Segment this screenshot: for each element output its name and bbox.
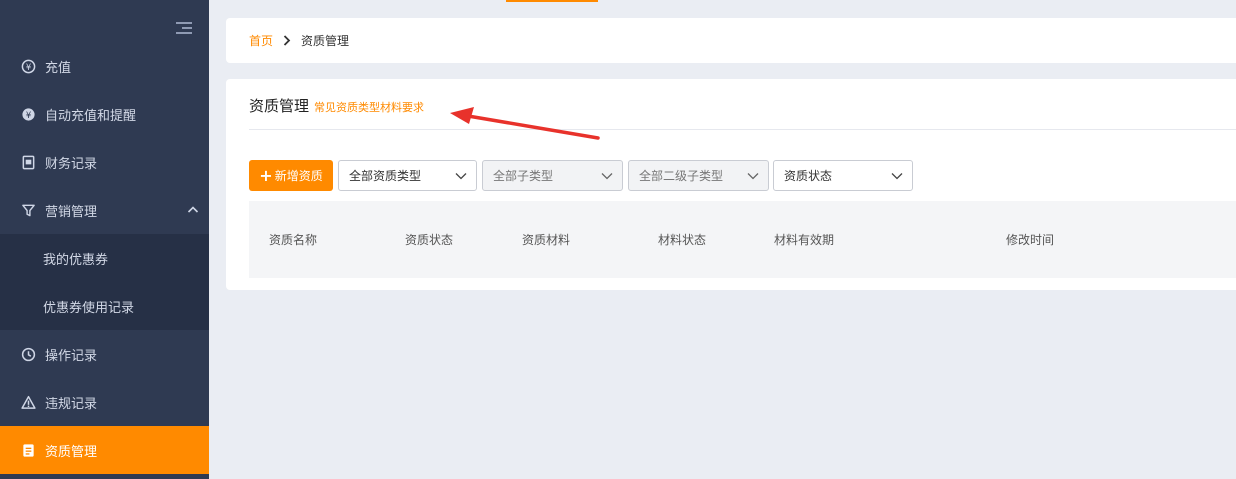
history-icon [20,346,36,362]
sidebar-item-qualification[interactable]: 资质管理 [0,426,209,474]
breadcrumb: 首页 资质管理 [226,18,1236,63]
column-header: 材料有效期 [774,233,835,247]
column-header: 资质状态 [405,233,454,247]
column-header: 修改时间 [1006,233,1055,247]
chevron-down-icon [455,173,467,180]
chevron-right-icon [283,35,291,46]
yuan-cycle-icon: ¥ [20,106,36,122]
breadcrumb-home-link[interactable]: 首页 [249,32,273,49]
qualification-status-select[interactable]: 资质状态 [773,160,913,191]
sidebar: ¥ 充值 ¥ 自动充值和提醒 财务记录 营销管理 我的优惠券 优惠券使用记录 操… [0,0,209,479]
column-header: 资质名称 [269,233,318,247]
sidebar-item-label: 充值 [45,60,72,76]
table-header: 资质名称 资质状态 资质材料 材料状态 材料有效期 修改时间 [249,201,1236,278]
chevron-up-icon [187,206,199,213]
column-header: 资质材料 [522,233,571,247]
yuan-circle-icon: ¥ [20,58,36,74]
column-header: 材料状态 [658,233,707,247]
ledger-icon [20,154,36,170]
sidebar-item-marketing[interactable]: 营销管理 [0,186,209,234]
sidebar-item-finance[interactable]: 财务记录 [0,138,209,186]
sidebar-item-label: 资质管理 [45,444,98,460]
breadcrumb-current: 资质管理 [301,34,350,48]
svg-text:¥: ¥ [25,109,31,119]
qualification-type-select[interactable]: 全部资质类型 [338,160,477,191]
document-icon [20,442,36,458]
page-title: 资质管理 [249,97,310,115]
select-value: 资质状态 [784,169,833,183]
divider [249,129,1236,130]
sidebar-item-my-coupons[interactable]: 我的优惠券 [0,234,209,282]
chevron-down-icon [747,173,759,180]
select-value: 全部二级子类型 [639,169,724,183]
sidebar-item-label: 财务记录 [45,156,98,172]
material-requirements-link[interactable]: 常见资质类型材料要求 [314,99,424,115]
chevron-down-icon [891,173,903,180]
add-qualification-button[interactable]: + 新增资质 [249,160,333,191]
warning-icon [20,394,36,410]
add-qualification-label: 新增资质 [274,169,323,183]
second-level-subtype-select[interactable]: 全部二级子类型 [628,160,769,191]
plus-icon: + [259,165,273,185]
qualification-panel: 资质管理 常见资质类型材料要求 + 新增资质 全部资质类型 全部子类型 全部二级… [226,79,1236,290]
sidebar-item-label: 自动充值和提醒 [45,108,137,124]
collapse-menu-icon[interactable] [174,20,194,38]
sidebar-item-label: 营销管理 [45,204,98,220]
select-value: 全部资质类型 [349,169,422,183]
sidebar-item-coupon-records[interactable]: 优惠券使用记录 [0,282,209,330]
funnel-icon [20,202,36,218]
top-active-indicator [506,0,598,2]
sidebar-item-violations[interactable]: 违规记录 [0,378,209,426]
svg-text:¥: ¥ [25,61,31,71]
sidebar-item-auto-recharge[interactable]: ¥ 自动充值和提醒 [0,90,209,138]
sidebar-item-label: 我的优惠券 [43,252,109,268]
sidebar-item-label: 违规记录 [45,396,98,412]
sidebar-item-label: 操作记录 [45,348,98,364]
subtype-select[interactable]: 全部子类型 [482,160,623,191]
sidebar-item-label: 优惠券使用记录 [43,300,135,316]
sidebar-item-operation-log[interactable]: 操作记录 [0,330,209,378]
chevron-down-icon [601,173,613,180]
select-value: 全部子类型 [493,169,554,183]
sidebar-item-recharge[interactable]: ¥ 充值 [0,42,209,90]
